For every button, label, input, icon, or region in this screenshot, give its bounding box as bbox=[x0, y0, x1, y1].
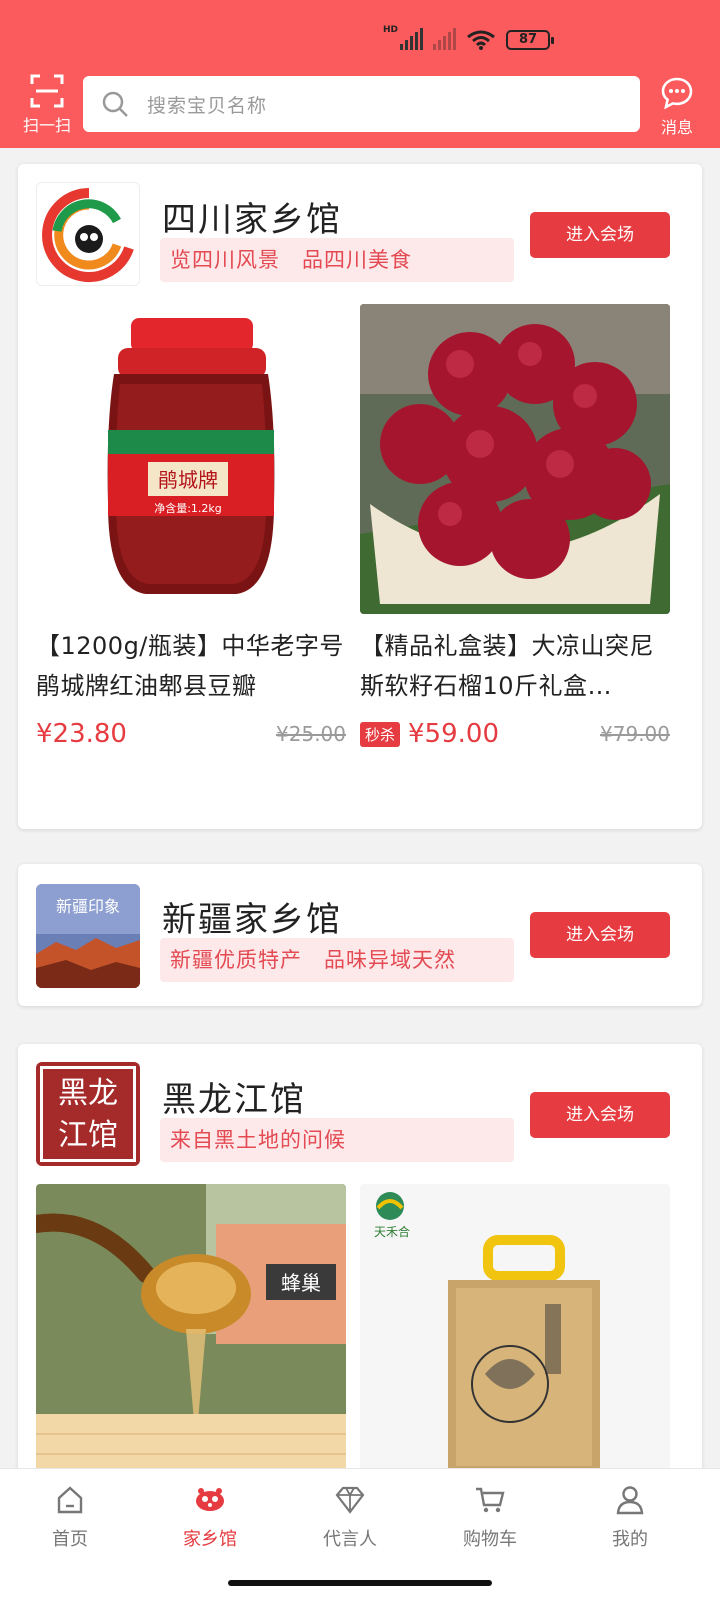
hall-slogan: 览四川风景 品四川美食 bbox=[160, 238, 514, 282]
xinjiang-logo-text: 新疆印象 bbox=[56, 897, 120, 916]
search-placeholder: 搜索宝贝名称 bbox=[147, 94, 268, 117]
scan-label: 扫一扫 bbox=[22, 116, 71, 135]
hall-slogan: 新疆优质特产 品味异域天然 bbox=[160, 938, 514, 982]
enter-venue-button[interactable]: 进入会场 bbox=[530, 912, 670, 958]
hall-name: 四川家乡馆 bbox=[162, 200, 342, 240]
tab-home[interactable]: 首页 bbox=[10, 1483, 130, 1551]
hall-card-heilongjiang: 黑龙 江馆 黑龙江馆 来自黑土地的问候 进入会场 蜂巢 天禾合 bbox=[18, 1044, 702, 1504]
search-icon bbox=[102, 91, 128, 117]
tab-hometown-hall[interactable]: 家乡馆 bbox=[150, 1483, 270, 1551]
logo-text-line1: 黑龙 bbox=[58, 1076, 118, 1111]
message-button[interactable]: 消息 bbox=[646, 76, 708, 138]
svg-text:净含量:1.2kg: 净含量:1.2kg bbox=[154, 501, 222, 515]
tab-label: 代言人 bbox=[323, 1529, 377, 1550]
top-header: HD 87 扫一扫 搜索宝贝名称 消息 bbox=[0, 0, 720, 148]
product-price: ¥23.80 bbox=[36, 719, 127, 749]
enter-venue-button[interactable]: 进入会场 bbox=[530, 212, 670, 258]
tab-cart[interactable]: 购物车 bbox=[430, 1483, 550, 1551]
xinjiang-logo: 新疆印象 bbox=[36, 884, 140, 988]
user-icon bbox=[616, 1486, 644, 1515]
product-image-pomegranate bbox=[360, 304, 670, 614]
honey-image-text: 蜂巢 bbox=[281, 1271, 321, 1295]
wifi-icon bbox=[467, 30, 495, 50]
price-row: ¥23.80 ¥25.00 bbox=[36, 716, 346, 752]
product-image-honey: 蜂巢 bbox=[36, 1184, 346, 1494]
product-card[interactable]: 【精品礼盒装】大凉山突尼斯软籽石榴10斤礼盒… 秒杀 ¥59.00 ¥79.00 bbox=[360, 304, 670, 752]
original-price: ¥25.00 bbox=[276, 722, 346, 746]
chat-bubble-icon bbox=[661, 77, 693, 110]
home-indicator bbox=[228, 1580, 492, 1586]
original-price: ¥79.00 bbox=[600, 722, 670, 746]
flash-sale-badge: 秒杀 bbox=[360, 721, 401, 747]
product-price: ¥59.00 bbox=[408, 719, 499, 749]
hometown-icon bbox=[196, 1488, 224, 1511]
product-title: 【1200g/瓶装】中华老字号 鹃城牌红油郫县豆瓣 bbox=[36, 632, 344, 700]
product-image-rice: 天禾合 bbox=[360, 1184, 670, 1494]
tab-me[interactable]: 我的 bbox=[570, 1483, 690, 1551]
tab-label: 家乡馆 bbox=[183, 1529, 237, 1550]
tab-label: 首页 bbox=[52, 1529, 88, 1550]
status-bar: HD 87 bbox=[383, 25, 554, 50]
sichuan-logo bbox=[36, 182, 140, 286]
logo-text-line2: 江馆 bbox=[58, 1118, 118, 1153]
heilongjiang-logo: 黑龙 江馆 bbox=[36, 1062, 140, 1166]
hall-card-sichuan: 四川家乡馆 览四川风景 品四川美食 进入会场 鹃城牌 净含量:1.2kg 【12… bbox=[18, 164, 702, 829]
message-label: 消息 bbox=[660, 118, 693, 137]
cart-icon bbox=[476, 1487, 505, 1513]
hd-indicator: HD bbox=[382, 25, 398, 35]
battery-icon: 87 bbox=[506, 30, 554, 50]
diamond-icon bbox=[335, 1486, 365, 1514]
hall-name: 新疆家乡馆 bbox=[162, 900, 342, 940]
tab-label: 购物车 bbox=[463, 1529, 517, 1550]
product-card[interactable]: 蜂巢 bbox=[36, 1184, 346, 1494]
home-icon bbox=[57, 1486, 83, 1514]
product-image-douban: 鹃城牌 净含量:1.2kg bbox=[36, 304, 346, 614]
price-row: 秒杀 ¥59.00 ¥79.00 bbox=[360, 716, 670, 752]
search-input[interactable]: 搜索宝贝名称 bbox=[83, 76, 640, 132]
hall-slogan: 来自黑土地的问候 bbox=[160, 1118, 514, 1162]
svg-text:鹃城牌: 鹃城牌 bbox=[158, 468, 218, 492]
scan-icon bbox=[30, 74, 64, 108]
product-card[interactable]: 天禾合 bbox=[360, 1184, 670, 1494]
product-card[interactable]: 鹃城牌 净含量:1.2kg 【1200g/瓶装】中华老字号 鹃城牌红油郫县豆瓣 … bbox=[36, 304, 346, 752]
hall-card-xinjiang: 新疆印象 新疆家乡馆 新疆优质特产 品味异域天然 进入会场 bbox=[18, 864, 702, 1006]
hall-name: 黑龙江馆 bbox=[162, 1080, 306, 1120]
scan-button[interactable]: 扫一扫 bbox=[18, 74, 76, 136]
enter-venue-button[interactable]: 进入会场 bbox=[530, 1092, 670, 1138]
product-title: 【精品礼盒装】大凉山突尼斯软籽石榴10斤礼盒… bbox=[360, 632, 654, 700]
signal-icon bbox=[400, 28, 423, 50]
tab-spokesperson[interactable]: 代言人 bbox=[290, 1483, 410, 1551]
rice-brand-text: 天禾合 bbox=[374, 1224, 410, 1239]
tab-label: 我的 bbox=[612, 1529, 648, 1550]
signal-2-icon bbox=[433, 28, 456, 50]
